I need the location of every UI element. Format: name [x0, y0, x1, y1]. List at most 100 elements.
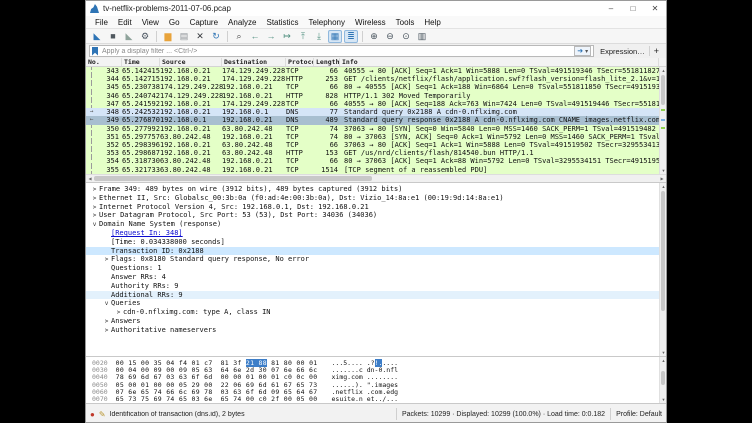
menu-go[interactable]: Go: [164, 18, 185, 27]
hex-dump[interactable]: 002000 15 00 35 04 f4 01 c781 3f 21 88 8…: [86, 357, 659, 403]
column-header-no[interactable]: No.: [86, 58, 122, 66]
capture-comment-icon[interactable]: ✎: [99, 410, 106, 419]
display-filter-input[interactable]: Apply a display filter ... <Ctrl-/> ➜ ▾: [89, 45, 594, 57]
colorize-packets-icon[interactable]: ▦: [328, 30, 342, 43]
minimize-button[interactable]: –: [600, 1, 622, 16]
expander-icon[interactable]: >: [90, 204, 99, 211]
expander-icon[interactable]: >: [102, 318, 111, 325]
go-to-packet-icon[interactable]: ↦: [280, 30, 294, 43]
expander-icon[interactable]: >: [102, 256, 111, 263]
detail-tree-item[interactable]: >Internet Protocol Version 4, Src: 192.1…: [86, 203, 659, 212]
zoom-normal-icon[interactable]: ⊙: [399, 30, 413, 43]
expander-icon[interactable]: v: [90, 221, 99, 228]
detail-tree-item[interactable]: [Time: 0.034338000 seconds]: [86, 238, 659, 247]
zoom-in-icon[interactable]: ⊕: [367, 30, 381, 43]
scroll-thumb[interactable]: [661, 75, 665, 105]
go-forward-icon[interactable]: →: [264, 30, 278, 43]
detail-tree-item[interactable]: Questions: 1: [86, 264, 659, 273]
restart-capture-icon[interactable]: ◣: [122, 30, 136, 43]
scroll-down-icon[interactable]: ▼: [660, 396, 666, 403]
close-file-icon[interactable]: ✕: [193, 30, 207, 43]
auto-scroll-icon[interactable]: ≣: [344, 30, 358, 43]
expander-icon[interactable]: >: [102, 327, 111, 334]
go-first-packet-icon[interactable]: ⤒: [296, 30, 310, 43]
packet-row[interactable]: 35365.298687192.168.0.2163.80.242.48HTTP…: [86, 149, 659, 157]
packet-row[interactable]: 34665.240742174.129.249.228192.168.0.21H…: [86, 92, 659, 100]
hex-row[interactable]: 004078 69 6d 67 03 63 6f 6d00 00 01 00 0…: [92, 373, 659, 380]
zoom-out-icon[interactable]: ⊖: [383, 30, 397, 43]
bytes-scrollbar[interactable]: ▲ ▼: [659, 357, 666, 403]
expander-icon[interactable]: >: [90, 212, 99, 219]
close-button[interactable]: ✕: [644, 1, 666, 16]
detail-tree-item[interactable]: >Flags: 0x8180 Standard query response, …: [86, 255, 659, 264]
menu-help[interactable]: Help: [419, 18, 445, 27]
expander-icon[interactable]: v: [102, 300, 111, 307]
hex-row[interactable]: 007065 73 75 69 74 65 03 6e65 74 00 c0 2…: [92, 395, 659, 402]
stop-capture-icon[interactable]: ■: [106, 30, 120, 43]
scroll-right-icon[interactable]: ▶: [658, 175, 666, 182]
scroll-thumb[interactable]: [661, 371, 665, 385]
start-capture-icon[interactable]: ◣: [90, 30, 104, 43]
column-header-time[interactable]: Time: [122, 58, 160, 66]
detail-tree-item[interactable]: >Frame 349: 489 bytes on wire (3912 bits…: [86, 185, 659, 194]
add-filter-button[interactable]: +: [649, 46, 663, 56]
profile-button[interactable]: Profile: Default: [616, 411, 662, 418]
packet-list-header[interactable]: No.TimeSourceDestinationProtocolLengthIn…: [86, 58, 666, 67]
save-file-icon[interactable]: ▤: [177, 30, 191, 43]
column-header-info[interactable]: Info: [340, 58, 659, 66]
filter-dropdown-icon[interactable]: ▾: [585, 48, 588, 55]
packet-row[interactable]: →34865.242532192.168.0.21192.168.0.1DNS7…: [86, 108, 659, 116]
go-last-packet-icon[interactable]: ⤓: [312, 30, 326, 43]
scroll-down-icon[interactable]: ▼: [660, 349, 666, 356]
scroll-up-icon[interactable]: ▲: [660, 67, 666, 74]
scroll-down-icon[interactable]: ▼: [660, 167, 666, 174]
menu-statistics[interactable]: Statistics: [262, 18, 304, 27]
packet-row[interactable]: ←34965.276870192.168.0.1192.168.0.21DNS4…: [86, 116, 659, 124]
column-header-length[interactable]: Length: [314, 58, 340, 66]
detail-tree-item[interactable]: vDomain Name System (response): [86, 220, 659, 229]
menu-tools[interactable]: Tools: [391, 18, 420, 27]
packet-row[interactable]: 35265.298396192.168.0.2163.80.242.48TCP6…: [86, 141, 659, 149]
hex-row[interactable]: 006007 6e 65 74 66 6c 69 7803 63 6f 6d 0…: [92, 388, 659, 395]
scroll-thumb[interactable]: [661, 191, 665, 311]
detail-tree-item[interactable]: >Ethernet II, Src: Globalsc_00:3b:0a (f0…: [86, 194, 659, 203]
menu-telephony[interactable]: Telephony: [304, 18, 350, 27]
details-scrollbar[interactable]: ▲ ▼: [659, 183, 666, 356]
packet-row[interactable]: 34765.241592192.168.0.21174.129.249.228T…: [86, 100, 659, 108]
menu-edit[interactable]: Edit: [113, 18, 137, 27]
scroll-up-icon[interactable]: ▲: [660, 183, 666, 190]
hex-row[interactable]: 003000 04 00 09 00 09 05 6364 6e 2d 30 0…: [92, 366, 659, 373]
capture-options-icon[interactable]: ⚙: [138, 30, 152, 43]
packet-row[interactable]: 34365.142415192.168.0.21174.129.249.228T…: [86, 67, 659, 75]
menu-capture[interactable]: Capture: [185, 18, 223, 27]
detail-tree-item[interactable]: >Authoritative nameservers: [86, 326, 659, 335]
menu-file[interactable]: File: [90, 18, 113, 27]
apply-filter-button[interactable]: ➜ ▾: [574, 46, 591, 56]
detail-tree-item[interactable]: >Answers: [86, 317, 659, 326]
find-packet-icon[interactable]: ⌕: [232, 30, 246, 43]
packet-row[interactable]: 35565.32173363.80.242.48192.168.0.21TCP1…: [86, 166, 659, 174]
expression-button[interactable]: Expression…: [600, 47, 645, 56]
column-header-source[interactable]: Source: [160, 58, 222, 66]
packet-row[interactable]: 35065.277992192.168.0.2163.80.242.48TCP7…: [86, 125, 659, 133]
expert-info-icon[interactable]: ●: [90, 410, 95, 419]
menu-wireless[interactable]: Wireless: [350, 18, 391, 27]
hex-row[interactable]: 005005 00 01 00 00 05 29 0022 06 69 6d 6…: [92, 381, 659, 388]
detail-tree-item[interactable]: Answer RRs: 4: [86, 273, 659, 282]
go-back-icon[interactable]: ←: [248, 30, 262, 43]
open-file-icon[interactable]: ▆: [161, 30, 175, 43]
filter-bookmark-icon[interactable]: [92, 47, 98, 56]
scroll-left-icon[interactable]: ◀: [86, 175, 94, 182]
detail-tree-item[interactable]: vQueries: [86, 299, 659, 308]
column-header-protocol[interactable]: Protocol: [286, 58, 314, 66]
detail-tree-item[interactable]: Transaction ID: 0x2188: [86, 247, 659, 256]
hex-row[interactable]: 002000 15 00 35 04 f4 01 c781 3f 21 88 8…: [92, 359, 659, 366]
packet-list-hscrollbar[interactable]: ◀ ▶: [86, 174, 666, 183]
menu-analyze[interactable]: Analyze: [223, 18, 261, 27]
scroll-up-icon[interactable]: ▲: [660, 357, 666, 364]
packet-row[interactable]: 35465.31873063.80.242.48192.168.0.21TCP6…: [86, 157, 659, 165]
maximize-button[interactable]: □: [622, 1, 644, 16]
detail-tree-item[interactable]: >cdn-0.nflximg.com: type A, class IN: [86, 308, 659, 317]
packet-list-scrollbar[interactable]: ▲ ▼: [659, 67, 666, 174]
expander-icon[interactable]: >: [90, 186, 99, 193]
